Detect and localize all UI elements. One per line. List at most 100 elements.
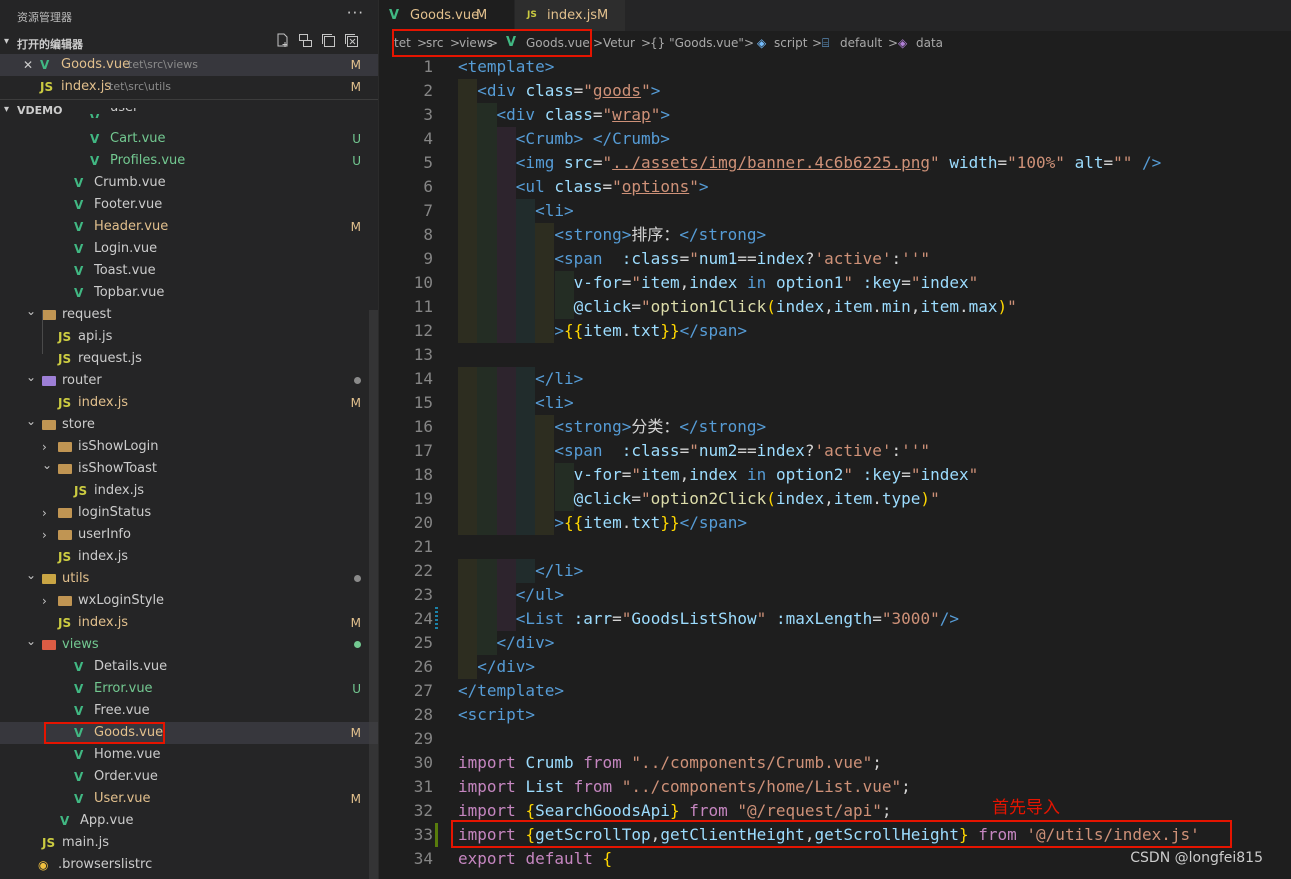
tree-item-main-js[interactable]: JS main.js: [0, 832, 378, 854]
tree-item-order-vue[interactable]: V Order.vue: [0, 766, 378, 788]
tree-item-index-js[interactable]: JS index.js M: [0, 392, 378, 414]
tab-goods-vue[interactable]: V Goods.vue M: [380, 0, 514, 31]
tree-item-api-js[interactable]: JS api.js: [0, 326, 378, 348]
tree-item-free-vue[interactable]: V Free.vue: [0, 700, 378, 722]
tree-item-user-vue[interactable]: V User.vue M: [0, 788, 378, 810]
breadcrumb-item-script[interactable]: script: [774, 31, 807, 55]
breadcrumb-item-src[interactable]: src: [426, 31, 444, 55]
tree-item-goods-vue[interactable]: V Goods.vue M: [0, 722, 378, 744]
vue-file-icon: V: [74, 264, 84, 278]
tab-index-js[interactable]: JS index.js M: [515, 0, 625, 31]
code-line[interactable]: </li>: [458, 367, 583, 391]
code-line[interactable]: <span :class="num2==index?'active':''": [458, 439, 930, 463]
code-line[interactable]: import {SearchGoodsApi} from "@/request/…: [458, 799, 892, 823]
tree-item-index-js[interactable]: JS index.js: [0, 480, 378, 502]
tree-item-isshowlogin[interactable]: › isShowLogin: [0, 436, 378, 458]
tree-item-userinfo[interactable]: › userInfo: [0, 524, 378, 546]
tree-item-footer-vue[interactable]: V Footer.vue: [0, 194, 378, 216]
chevron-down-icon: ⌄: [26, 634, 37, 648]
tree-item-home-vue[interactable]: V Home.vue: [0, 744, 378, 766]
code-line[interactable]: @click="option2Click(index,item.type)": [458, 487, 940, 511]
code-line[interactable]: <div class="goods">: [458, 79, 660, 103]
code-line[interactable]: <div class="wrap">: [458, 103, 670, 127]
vue-file-icon: V: [74, 198, 84, 212]
tree-item-error-vue[interactable]: V Error.vue U: [0, 678, 378, 700]
code-line[interactable]: </ul>: [458, 583, 564, 607]
sidebar-scrollbar[interactable]: [369, 310, 378, 879]
toggle-vertical-icon[interactable]: [298, 33, 313, 48]
code-line[interactable]: <span :class="num1==index?'active':''": [458, 247, 930, 271]
code-line[interactable]: </div>: [458, 655, 535, 679]
tree-item-label: Error.vue: [94, 681, 153, 696]
breadcrumb-item-data[interactable]: data: [916, 31, 943, 55]
tree-item-request[interactable]: ⌄ request: [0, 304, 378, 326]
code-line[interactable]: >{{item.txt}}</span>: [458, 511, 747, 535]
breadcrumb-item-goods-vue[interactable]: Goods.vue: [526, 31, 590, 55]
tree-item-isshowtoast[interactable]: ⌄ isShowToast: [0, 458, 378, 480]
code-line[interactable]: <li>: [458, 391, 574, 415]
breadcrumb: tet > src > views > V Goods.vue > Vetur …: [380, 31, 1291, 55]
code-line[interactable]: </li>: [458, 559, 583, 583]
tree-item-topbar-vue[interactable]: V Topbar.vue: [0, 282, 378, 304]
tree-item-toast-vue[interactable]: V Toast.vue: [0, 260, 378, 282]
tree-item-index-js[interactable]: JS index.js: [0, 546, 378, 568]
tree-item-utils[interactable]: ⌄ utils: [0, 568, 378, 590]
tree-item-store[interactable]: ⌄ store: [0, 414, 378, 436]
folder-icon: [58, 530, 72, 540]
new-untitled-file-icon[interactable]: [275, 33, 290, 48]
code-line[interactable]: v-for="item,index in option2" :key="inde…: [458, 463, 979, 487]
tree-item-label: wxLoginStyle: [78, 593, 165, 608]
tree-item-app-vue[interactable]: V App.vue: [0, 810, 378, 832]
tree-item-header-vue[interactable]: V Header.vue M: [0, 216, 378, 238]
code-line[interactable]: @click="option1Click(index,item.min,item…: [458, 295, 1017, 319]
code-line[interactable]: <Crumb> </Crumb>: [458, 127, 670, 151]
tree-item-label: Profiles.vue: [110, 153, 186, 168]
tree-item-request-js[interactable]: JS request.js: [0, 348, 378, 370]
code-line[interactable]: <strong>排序：</strong>: [458, 223, 766, 247]
open-editor-goods-vue[interactable]: ✕ V Goods.vue tet\src\views M: [0, 54, 378, 76]
tree-item-index-js[interactable]: JS index.js M: [0, 612, 378, 634]
tree-item-router[interactable]: ⌄ router: [0, 370, 378, 392]
code-line[interactable]: </div>: [458, 631, 555, 655]
tree-item-login-vue[interactable]: V Login.vue: [0, 238, 378, 260]
tree-item-wxloginstyle[interactable]: › wxLoginStyle: [0, 590, 378, 612]
code-line[interactable]: <ul class="options">: [458, 175, 709, 199]
line-number: 13: [413, 345, 433, 364]
open-editors-header[interactable]: ▾ 打开的编辑器: [0, 32, 378, 54]
tree-item-cart-vue[interactable]: V Cart.vue U: [0, 128, 378, 150]
open-editor-index-js[interactable]: JS index.js tet\src\utils M: [0, 76, 378, 98]
breadcrumb-item-module[interactable]: {} "Goods.vue": [650, 31, 744, 55]
tree-item-browserslistrc[interactable]: ◉ .browserslistrc: [0, 854, 378, 876]
vue-file-icon: V: [60, 814, 70, 828]
code-line[interactable]: v-for="item,index in option1" :key="inde…: [458, 271, 979, 295]
more-actions-icon[interactable]: ···: [347, 4, 364, 22]
code-line[interactable]: <li>: [458, 199, 574, 223]
tree-item-views[interactable]: ⌄ views: [0, 634, 378, 656]
code-line[interactable]: import Crumb from "../components/Crumb.v…: [458, 751, 882, 775]
code-line[interactable]: export default {: [458, 847, 612, 871]
breadcrumb-item-tet[interactable]: tet: [394, 31, 411, 55]
code-line[interactable]: <strong>分类：</strong>: [458, 415, 766, 439]
breadcrumb-item-default[interactable]: default: [840, 31, 882, 55]
tree-item-crumb-vue[interactable]: V Crumb.vue: [0, 172, 378, 194]
code-line[interactable]: import {getScrollTop,getClientHeight,get…: [458, 823, 1200, 847]
code-line[interactable]: <img src="../assets/img/banner.4c6b6225.…: [458, 151, 1162, 175]
code-line[interactable]: >{{item.txt}}</span>: [458, 319, 747, 343]
line-number: 2: [423, 81, 433, 100]
close-icon[interactable]: ✕: [23, 54, 33, 76]
save-all-icon[interactable]: [321, 33, 336, 48]
tree-item-user[interactable]: Vuser: [0, 108, 378, 118]
code-line[interactable]: <script>: [458, 703, 535, 727]
close-all-icon[interactable]: [344, 33, 359, 48]
line-number: 24: [413, 609, 433, 628]
code-editor[interactable]: 1 <template> 2 <div class="goods"> 3 <div c…: [380, 55, 1291, 879]
tree-item-label: Home.vue: [94, 747, 161, 762]
code-line[interactable]: import List from "../components/home/Lis…: [458, 775, 911, 799]
tree-item-loginstatus[interactable]: › loginStatus: [0, 502, 378, 524]
code-line[interactable]: <template>: [458, 55, 554, 79]
tree-item-profiles-vue[interactable]: V Profiles.vue U: [0, 150, 378, 172]
tree-item-details-vue[interactable]: V Details.vue: [0, 656, 378, 678]
code-line[interactable]: <List :arr="GoodsListShow" :maxLength="3…: [458, 607, 959, 631]
code-line[interactable]: </template>: [458, 679, 564, 703]
breadcrumb-item-vetur[interactable]: Vetur: [603, 31, 635, 55]
